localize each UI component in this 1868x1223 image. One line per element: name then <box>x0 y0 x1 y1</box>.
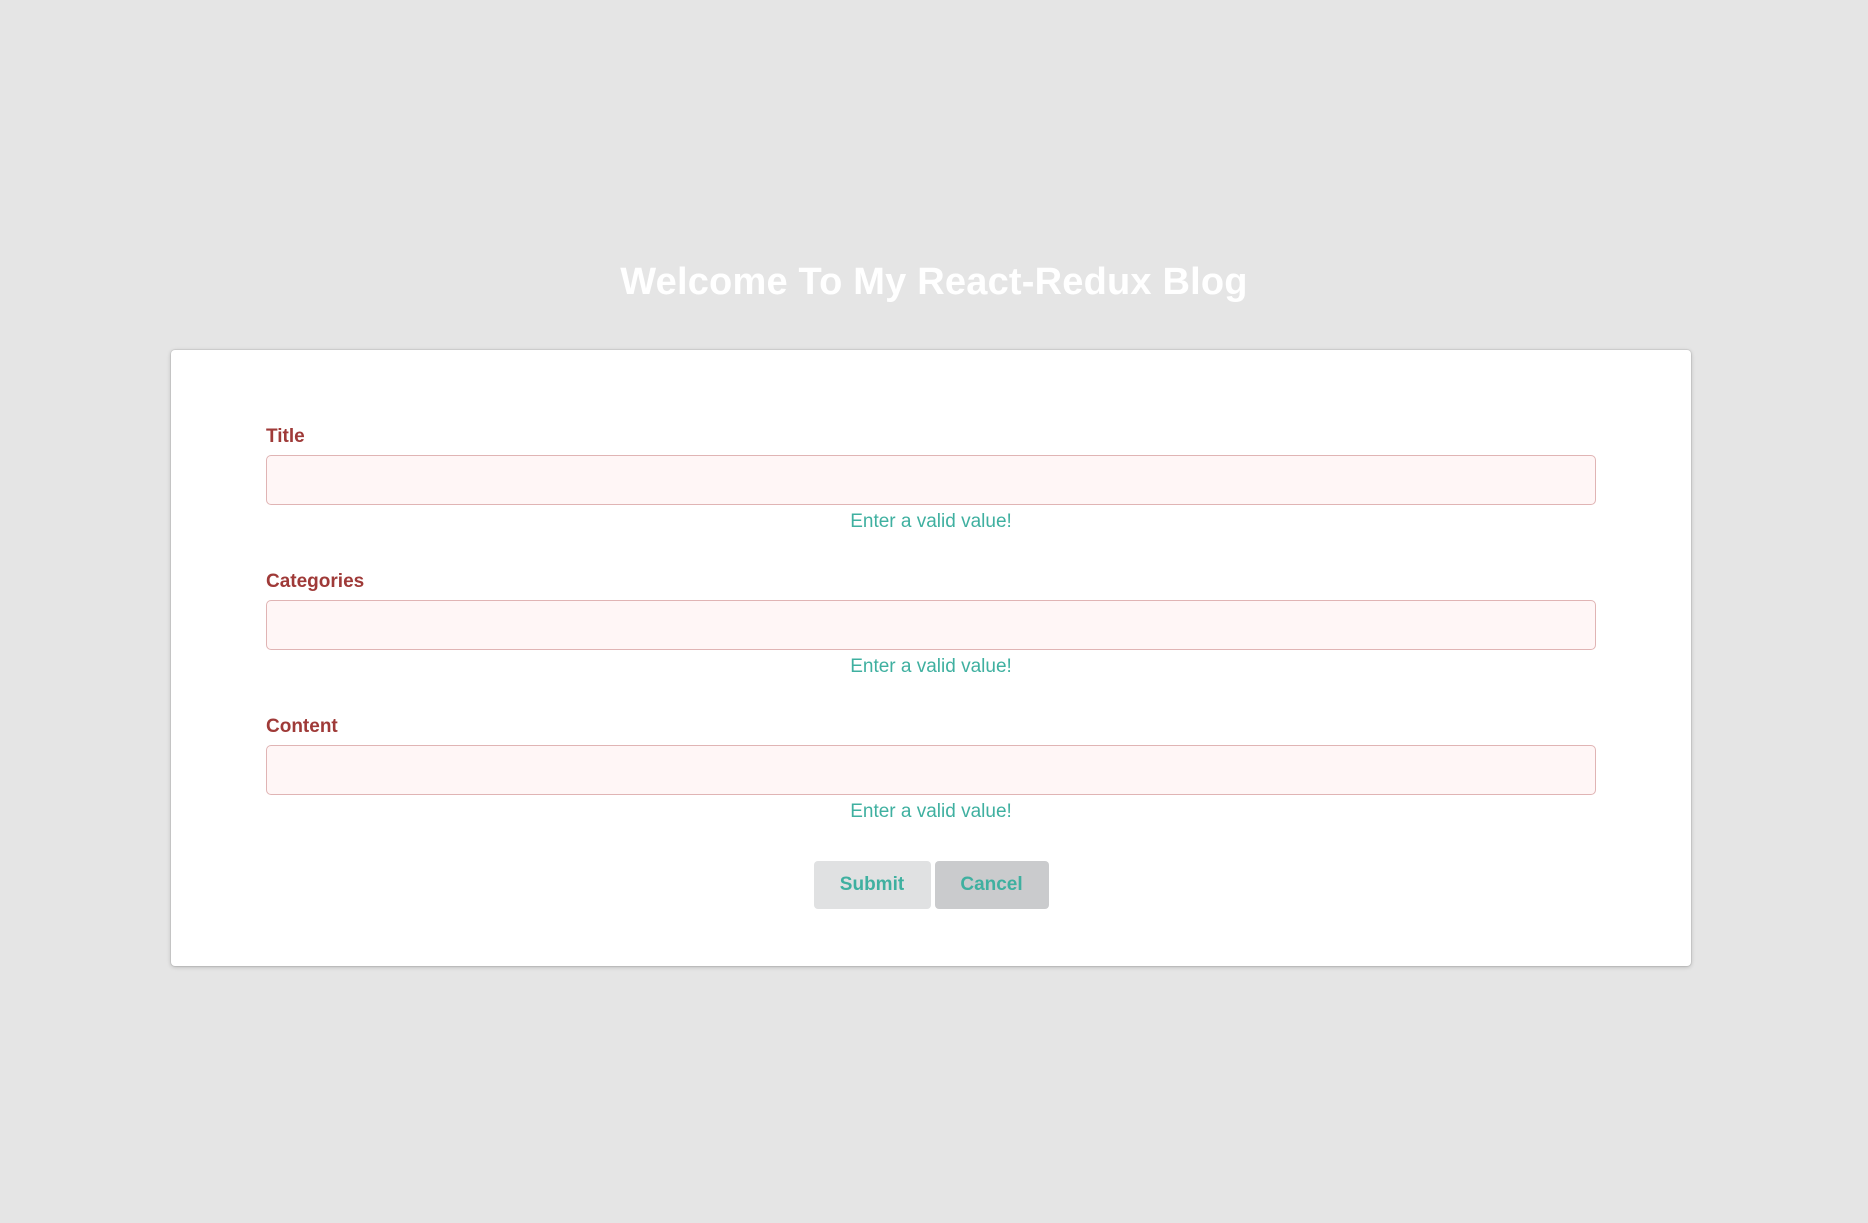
title-input[interactable] <box>266 455 1596 505</box>
page-title: Welcome To My React-Redux Blog <box>620 261 1248 303</box>
title-label: Title <box>266 426 305 447</box>
new-post-form: Title Enter a valid value! Categories En… <box>266 424 1596 859</box>
categories-label: Categories <box>266 571 365 592</box>
form-actions: Submit Cancel <box>171 861 1691 909</box>
categories-field: Categories Enter a valid value! <box>266 569 1596 714</box>
content-field: Content Enter a valid value! <box>266 714 1596 859</box>
categories-input[interactable] <box>266 600 1596 650</box>
content-input[interactable] <box>266 745 1596 795</box>
title-field: Title Enter a valid value! <box>266 424 1596 569</box>
content-label: Content <box>266 716 338 737</box>
post-form-card: Title Enter a valid value! Categories En… <box>171 350 1691 966</box>
categories-error-message: Enter a valid value! <box>850 656 1012 677</box>
title-error-message: Enter a valid value! <box>850 511 1012 532</box>
content-error-message: Enter a valid value! <box>850 801 1012 822</box>
submit-button[interactable]: Submit <box>813 861 931 909</box>
cancel-button[interactable]: Cancel <box>934 861 1049 909</box>
